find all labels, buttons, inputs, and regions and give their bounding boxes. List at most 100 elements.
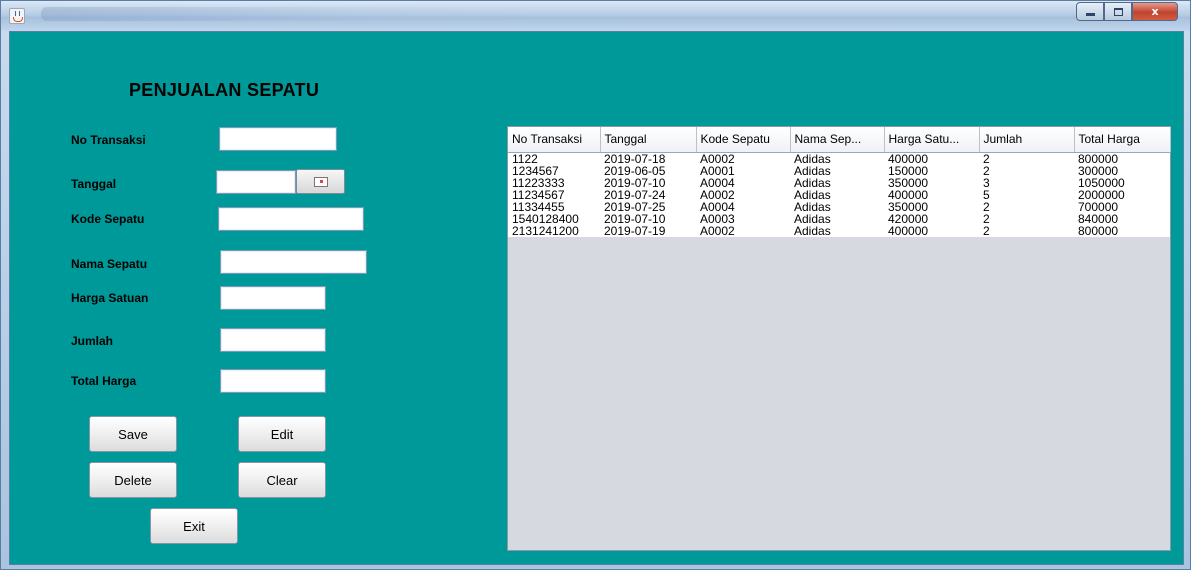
table-cell: 400000 xyxy=(884,188,979,201)
java-app-icon xyxy=(9,8,25,24)
table-cell: 2019-07-10 xyxy=(600,176,696,189)
total-harga-input[interactable] xyxy=(220,369,326,393)
table-cell: 2131241200 xyxy=(508,224,600,237)
table-cell: 1050000 xyxy=(1074,176,1170,189)
table-cell: 11223333 xyxy=(508,176,600,189)
table-cell: 800000 xyxy=(1074,152,1170,165)
table-cell: 2 xyxy=(979,164,1074,177)
calendar-icon xyxy=(313,176,328,187)
minimize-icon xyxy=(1085,12,1095,16)
table-cell: 840000 xyxy=(1074,212,1170,225)
tanggal-input[interactable] xyxy=(216,170,296,194)
table-cell: 2019-07-24 xyxy=(600,188,696,201)
table-row[interactable]: 1122 2019-07-18 A0002 Adidas 400000 2 80… xyxy=(508,152,1170,165)
label-harga-satuan: Harga Satuan xyxy=(71,291,149,305)
table-cell: A0002 xyxy=(696,152,790,165)
table-cell: 350000 xyxy=(884,200,979,213)
column-header[interactable]: Tanggal xyxy=(600,127,697,153)
close-icon: x xyxy=(1151,5,1159,18)
table-row[interactable]: 2131241200 2019-07-19 A0002 Adidas 40000… xyxy=(508,224,1170,237)
page-title: PENJUALAN SEPATU xyxy=(129,80,320,100)
table-cell: 5 xyxy=(979,188,1074,201)
label-nama-sepatu: Nama Sepatu xyxy=(71,257,148,271)
table-cell: Adidas xyxy=(790,224,884,237)
table-cell: 1122 xyxy=(508,152,600,165)
column-header[interactable]: No Transaksi xyxy=(508,127,601,153)
label-jumlah: Jumlah xyxy=(71,334,114,348)
table-row[interactable]: 11234567 2019-07-24 A0002 Adidas 400000 … xyxy=(508,188,1170,201)
table-cell: 400000 xyxy=(884,152,979,165)
table-cell: 2 xyxy=(979,200,1074,213)
clear-button[interactable]: Clear xyxy=(238,462,326,498)
table-cell: 2 xyxy=(979,224,1074,237)
table-header-row: No Transaksi Tanggal Kode Sepatu Nama Se… xyxy=(508,127,1171,153)
title-bar[interactable]: x xyxy=(1,1,1190,31)
save-button[interactable]: Save xyxy=(89,416,177,452)
table-cell: 700000 xyxy=(1074,200,1170,213)
column-header[interactable]: Jumlah xyxy=(979,127,1075,153)
table-cell: A0002 xyxy=(696,224,790,237)
window-title xyxy=(41,7,561,21)
close-button[interactable]: x xyxy=(1132,2,1178,21)
table-cell: 3 xyxy=(979,176,1074,189)
exit-button[interactable]: Exit xyxy=(150,508,238,544)
table-cell: Adidas xyxy=(790,164,884,177)
column-header[interactable]: Harga Satu... xyxy=(884,127,980,153)
date-picker-button[interactable] xyxy=(296,169,345,194)
jumlah-input[interactable] xyxy=(220,328,326,352)
transactions-grid: No Transaksi Tanggal Kode Sepatu Nama Se… xyxy=(508,127,1171,237)
table-cell: 2019-07-19 xyxy=(600,224,696,237)
transactions-table[interactable]: No Transaksi Tanggal Kode Sepatu Nama Se… xyxy=(507,126,1171,551)
nama-sepatu-input[interactable] xyxy=(220,250,367,274)
label-tanggal: Tanggal xyxy=(71,177,117,191)
table-cell: 1540128400 xyxy=(508,212,600,225)
table-row[interactable]: 1234567 2019-06-05 A0001 Adidas 150000 2… xyxy=(508,164,1170,177)
table-cell: 150000 xyxy=(884,164,979,177)
table-row[interactable]: 11223333 2019-07-10 A0004 Adidas 350000 … xyxy=(508,176,1170,189)
edit-button[interactable]: Edit xyxy=(238,416,326,452)
table-row[interactable]: 1540128400 2019-07-10 A0003 Adidas 42000… xyxy=(508,212,1170,225)
table-cell: 2 xyxy=(979,212,1074,225)
table-cell: 1234567 xyxy=(508,164,600,177)
kode-sepatu-input[interactable] xyxy=(218,207,364,231)
table-cell: A0004 xyxy=(696,176,790,189)
table-cell: 2019-07-10 xyxy=(600,212,696,225)
main-panel: PENJUALAN SEPATU No Transaksi Tanggal Ko… xyxy=(9,31,1184,565)
delete-button[interactable]: Delete xyxy=(89,462,177,498)
column-header[interactable]: Nama Sep... xyxy=(790,127,885,153)
label-total-harga: Total Harga xyxy=(71,374,137,388)
table-cell: 11334455 xyxy=(508,200,600,213)
label-no-transaksi: No Transaksi xyxy=(71,133,146,147)
table-cell: 400000 xyxy=(884,224,979,237)
label-kode-sepatu: Kode Sepatu xyxy=(71,212,145,226)
table-cell: 800000 xyxy=(1074,224,1170,237)
table-cell: A0004 xyxy=(696,200,790,213)
table-cell: 2019-07-18 xyxy=(600,152,696,165)
table-cell: A0003 xyxy=(696,212,790,225)
table-cell: 420000 xyxy=(884,212,979,225)
table-cell: A0001 xyxy=(696,164,790,177)
table-cell: Adidas xyxy=(790,200,884,213)
table-cell: 2000000 xyxy=(1074,188,1170,201)
table-row[interactable]: 11334455 2019-07-25 A0004 Adidas 350000 … xyxy=(508,200,1170,213)
table-cell: 2 xyxy=(979,152,1074,165)
window-controls: x xyxy=(1076,2,1178,22)
table-cell: 350000 xyxy=(884,176,979,189)
table-cell: Adidas xyxy=(790,212,884,225)
harga-satuan-input[interactable] xyxy=(220,286,326,310)
table-cell: 2019-07-25 xyxy=(600,200,696,213)
table-cell: Adidas xyxy=(790,176,884,189)
no-transaksi-input[interactable] xyxy=(219,127,337,151)
table-cell: 300000 xyxy=(1074,164,1170,177)
table-cell: 2019-06-05 xyxy=(600,164,696,177)
table-cell: Adidas xyxy=(790,152,884,165)
column-header[interactable]: Kode Sepatu xyxy=(696,127,791,153)
maximize-button[interactable] xyxy=(1104,2,1132,21)
table-cell: Adidas xyxy=(790,188,884,201)
app-window: x PENJUALAN SEPATU No Transaksi Tanggal … xyxy=(0,0,1191,570)
minimize-button[interactable] xyxy=(1076,2,1104,21)
column-header[interactable]: Total Harga xyxy=(1074,127,1171,153)
table-cell: A0002 xyxy=(696,188,790,201)
table-cell: 11234567 xyxy=(508,188,600,201)
maximize-icon xyxy=(1113,7,1123,16)
